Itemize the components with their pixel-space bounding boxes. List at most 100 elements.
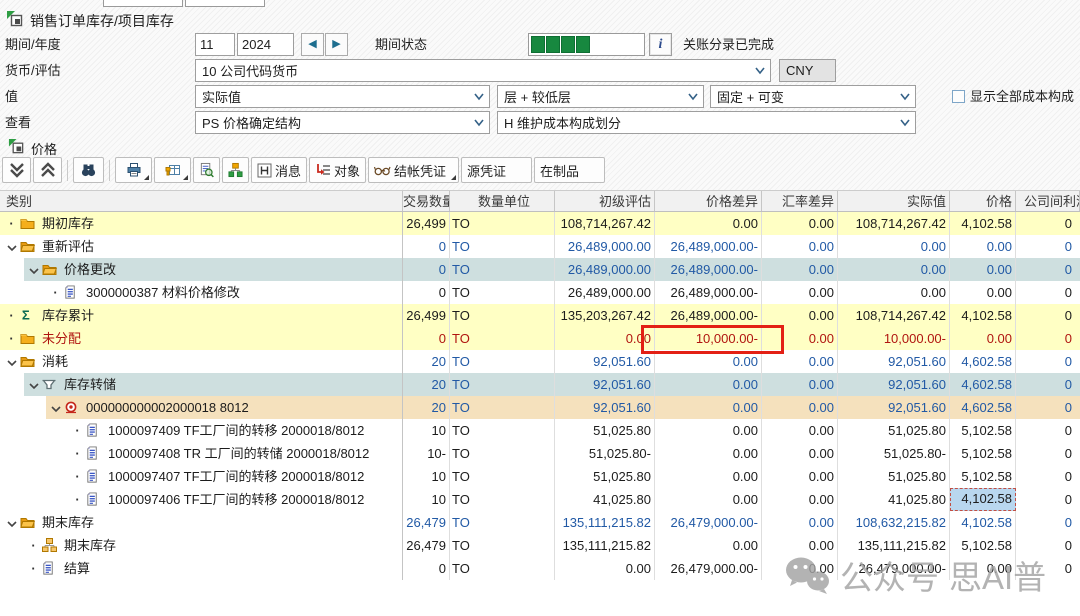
cell-actual[interactable]: 51,025.80- [838, 442, 950, 465]
cell-unit[interactable]: TO [450, 396, 555, 419]
cell-exch-diff[interactable]: 0.00 [762, 235, 838, 258]
cell-ic[interactable]: 0 [1016, 419, 1080, 442]
cell-ic[interactable]: 0 [1016, 258, 1080, 281]
column-header[interactable]: 价格差异 [655, 191, 762, 211]
cell-unit[interactable]: TO [450, 511, 555, 534]
cell-unit[interactable]: TO [450, 419, 555, 442]
cell-category[interactable]: ·Σ库存累计 [0, 304, 403, 327]
table-row[interactable]: 000000000002000018 801220TO92,051.600.00… [0, 396, 1080, 419]
cell-qty[interactable]: 26,479 [403, 511, 450, 534]
cell-price-diff[interactable]: 26,489,000.00- [655, 281, 762, 304]
collapse-node-icon[interactable] [48, 396, 63, 419]
next-period-button[interactable]: ▶ [325, 33, 348, 56]
column-header[interactable]: 公司间利润 [1016, 191, 1080, 211]
cell-price-diff[interactable]: 26,489,000.00- [655, 258, 762, 281]
cell-primary[interactable]: 135,203,267.42 [555, 304, 655, 327]
cell-primary[interactable]: 26,489,000.00 [555, 281, 655, 304]
cell-primary[interactable]: 92,051.60 [555, 350, 655, 373]
cell-unit[interactable]: TO [450, 534, 555, 557]
cell-qty[interactable]: 0 [403, 557, 450, 580]
cell-primary[interactable]: 0.00 [555, 557, 655, 580]
column-header[interactable]: 汇率差异 [762, 191, 838, 211]
table-row[interactable]: ·期初库存26,499TO108,714,267.420.000.00108,7… [0, 212, 1080, 235]
cell-qty[interactable]: 20 [403, 373, 450, 396]
cell-price-diff[interactable]: 0.00 [655, 465, 762, 488]
cell-primary[interactable]: 108,714,267.42 [555, 212, 655, 235]
cell-category[interactable]: ·1000097409 TF工厂间的转移 2000018/8012 [0, 419, 403, 442]
cell-price[interactable]: 4,602.58 [950, 373, 1016, 396]
cell-exch-diff[interactable]: 0.00 [762, 488, 838, 511]
cell-price-diff[interactable]: 26,489,000.00- [655, 304, 762, 327]
cell-exch-diff[interactable]: 0.00 [762, 465, 838, 488]
layer-select[interactable]: 层 + 较低层 [497, 85, 704, 108]
cell-qty[interactable]: 26,479 [403, 534, 450, 557]
cell-price[interactable]: 4,602.58 [950, 350, 1016, 373]
cell-exch-diff[interactable]: 0.00 [762, 281, 838, 304]
cell-qty[interactable]: 20 [403, 396, 450, 419]
cell-price[interactable]: 4,102.58 [950, 212, 1016, 235]
table-row[interactable]: 重新评估0TO26,489,000.0026,489,000.00-0.000.… [0, 235, 1080, 258]
cell-primary[interactable]: 51,025.80 [555, 419, 655, 442]
cell-price-diff[interactable]: 26,479,000.00- [655, 511, 762, 534]
collapse-node-icon[interactable] [4, 350, 19, 373]
cell-actual[interactable]: 41,025.80 [838, 488, 950, 511]
cell-price[interactable]: 0.00 [950, 281, 1016, 304]
cell-price[interactable]: 4,102.58 [950, 488, 1016, 511]
cell-exch-diff[interactable]: 0.00 [762, 442, 838, 465]
column-header[interactable]: 数量单位 [450, 191, 555, 211]
cell-actual[interactable]: 0.00 [838, 281, 950, 304]
objects-button[interactable]: 对象 [309, 157, 366, 183]
wip-button[interactable]: 在制品 [534, 157, 605, 183]
cell-price[interactable]: 5,102.58 [950, 465, 1016, 488]
cell-price[interactable]: 5,102.58 [950, 442, 1016, 465]
cell-category[interactable]: 重新评估 [0, 235, 403, 258]
cell-ic[interactable]: 0 [1016, 350, 1080, 373]
collapse-all-button[interactable] [33, 157, 62, 183]
column-header[interactable]: 交易数量 [403, 191, 450, 211]
cell-unit[interactable]: TO [450, 212, 555, 235]
cell-category[interactable]: ·3000000387 材料价格修改 [0, 281, 403, 304]
cell-price-diff[interactable]: 10,000.00- [655, 327, 762, 350]
cell-price-diff[interactable]: 26,479,000.00- [655, 557, 762, 580]
cell-exch-diff[interactable]: 0.00 [762, 396, 838, 419]
cell-qty[interactable]: 0 [403, 281, 450, 304]
cell-qty[interactable]: 10 [403, 419, 450, 442]
cell-unit[interactable]: TO [450, 235, 555, 258]
table-row[interactable]: 期末库存26,479TO135,111,215.8226,479,000.00-… [0, 511, 1080, 534]
cell-category[interactable]: 消耗 [0, 350, 403, 373]
cell-unit[interactable]: TO [450, 281, 555, 304]
messages-button[interactable]: 消息 [251, 157, 307, 183]
show-all-cost-components-checkbox[interactable] [952, 90, 965, 103]
cell-category[interactable]: 期末库存 [0, 511, 403, 534]
table-row[interactable]: 价格更改0TO26,489,000.0026,489,000.00-0.000.… [0, 258, 1080, 281]
cell-unit[interactable]: TO [450, 373, 555, 396]
cell-actual[interactable]: 92,051.60 [838, 350, 950, 373]
cell-price-diff[interactable]: 0.00 [655, 350, 762, 373]
collapse-node-icon[interactable] [4, 235, 19, 258]
cell-primary[interactable]: 92,051.60 [555, 373, 655, 396]
hierarchy-button[interactable] [222, 157, 249, 183]
cell-primary[interactable]: 26,489,000.00 [555, 235, 655, 258]
cell-primary[interactable]: 0.00 [555, 327, 655, 350]
closing-documents-button[interactable]: 结帐凭证 [368, 157, 459, 183]
cell-actual[interactable]: 0.00 [838, 258, 950, 281]
cell-ic[interactable]: 0 [1016, 465, 1080, 488]
cell-price-diff[interactable]: 0.00 [655, 212, 762, 235]
cell-exch-diff[interactable]: 0.00 [762, 327, 838, 350]
cell-unit[interactable]: TO [450, 327, 555, 350]
expand-all-button[interactable] [2, 157, 31, 183]
cell-actual[interactable]: 10,000.00- [838, 327, 950, 350]
cell-exch-diff[interactable]: 0.00 [762, 419, 838, 442]
table-row[interactable]: ·Σ库存累计26,499TO135,203,267.4226,489,000.0… [0, 304, 1080, 327]
cell-exch-diff[interactable]: 0.00 [762, 350, 838, 373]
cell-price[interactable]: 0.00 [950, 235, 1016, 258]
cell-exch-diff[interactable]: 0.00 [762, 511, 838, 534]
cell-actual[interactable]: 92,051.60 [838, 373, 950, 396]
table-row[interactable]: ·1000097407 TF工厂间的转移 2000018/801210TO51,… [0, 465, 1080, 488]
cell-qty[interactable]: 10 [403, 465, 450, 488]
cell-price-diff[interactable]: 0.00 [655, 396, 762, 419]
column-header[interactable]: 初级评估 [555, 191, 655, 211]
display-document-button[interactable] [193, 157, 220, 183]
collapse-node-icon[interactable] [26, 373, 41, 396]
cell-actual[interactable]: 92,051.60 [838, 396, 950, 419]
